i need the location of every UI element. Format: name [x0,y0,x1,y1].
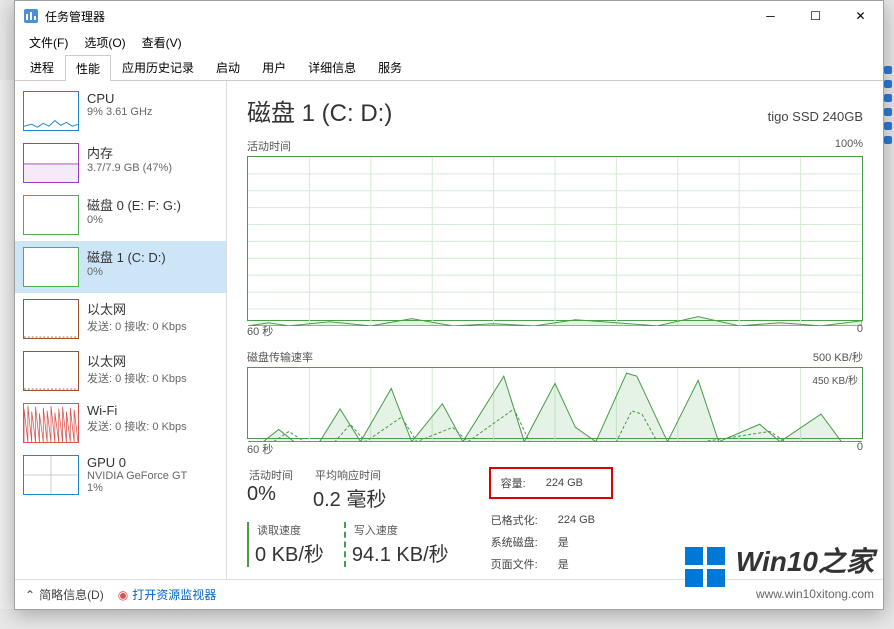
sidebar-item-memory[interactable]: 内存3.7/7.9 GB (47%) [15,137,226,189]
chart1-max: 100% [835,138,863,154]
close-button[interactable]: ✕ [838,1,883,31]
performance-sidebar[interactable]: CPU9% 3.61 GHz 内存3.7/7.9 GB (47%) 磁盘 0 (… [15,81,227,579]
formatted-value: 224 GB [558,510,613,530]
sidebar-item-ethernet2[interactable]: 以太网发送: 0 接收: 0 Kbps [15,345,226,397]
ethernet-thumb-icon [23,351,79,391]
minimize-button[interactable]: ─ [748,1,793,31]
response-time-label: 平均响应时间 [313,467,386,483]
sidebar-item-wifi[interactable]: Wi-Fi发送: 0 接收: 0 Kbps [15,397,226,449]
menu-view[interactable]: 查看(V) [134,32,190,53]
sidebar-item-label: 以太网 [87,351,218,370]
chart2-label: 磁盘传输速率 [247,349,313,365]
disk-thumb-icon [23,247,79,287]
sidebar-item-label: 以太网 [87,299,218,318]
tab-performance[interactable]: 性能 [65,55,111,81]
memory-thumb-icon [23,143,79,183]
sidebar-item-label: Wi-Fi [87,403,218,418]
chevron-up-icon: ⌃ [25,588,35,602]
ethernet-thumb-icon [23,299,79,339]
menubar: 文件(F) 选项(O) 查看(V) [15,31,883,53]
sidebar-item-label: 内存 [87,143,218,162]
response-time-value: 0.2 毫秒 [313,483,386,512]
disk-model: tigo SSD 240GB [768,109,863,124]
capacity-label: 容量: [501,473,544,493]
tab-users[interactable]: 用户 [251,54,297,80]
titlebar: 任务管理器 ─ ☐ ✕ [15,1,883,31]
maximize-button[interactable]: ☐ [793,1,838,31]
sidebar-item-disk1[interactable]: 磁盘 1 (C: D:)0% [15,241,226,293]
sidebar-item-ethernet1[interactable]: 以太网发送: 0 接收: 0 Kbps [15,293,226,345]
chart2-xleft: 60 秒 [247,441,273,457]
sysdisk-value: 是 [558,532,613,552]
fewer-details-button[interactable]: ⌃ 简略信息(D) [25,586,104,603]
active-time-value: 0% [247,483,293,506]
sidebar-item-label: 磁盘 1 (C: D:) [87,247,218,266]
pagefile-value: 是 [558,554,613,574]
tab-app-history[interactable]: 应用历史记录 [111,54,205,80]
active-time-label: 活动时间 [247,467,293,483]
tab-services[interactable]: 服务 [367,54,413,80]
page-title: 磁盘 1 (C: D:) [247,93,392,128]
write-speed-label: 写入速度 [352,522,449,538]
activity-chart[interactable] [247,156,863,321]
transfer-chart[interactable]: 450 KB/秒 [247,367,863,439]
sysdisk-label: 系统磁盘: [491,532,556,552]
task-manager-window: 任务管理器 ─ ☐ ✕ 文件(F) 选项(O) 查看(V) 进程 性能 应用历史… [14,0,884,610]
open-resmon-button[interactable]: ◉ 打开资源监视器 [118,586,217,603]
tab-details[interactable]: 详细信息 [297,54,367,80]
sidebar-item-label: GPU 0 [87,455,218,470]
chart2-xright: 0 [857,441,863,457]
sidebar-item-cpu[interactable]: CPU9% 3.61 GHz [15,85,226,137]
cpu-thumb-icon [23,91,79,131]
gpu-thumb-icon [23,455,79,495]
sidebar-item-label: 磁盘 0 (E: F: G:) [87,195,218,214]
menu-file[interactable]: 文件(F) [21,32,76,53]
write-speed-value: 94.1 KB/秒 [352,538,449,567]
resmon-icon: ◉ [118,588,128,602]
sidebar-item-gpu0[interactable]: GPU 0NVIDIA GeForce GT1% [15,449,226,501]
pagefile-label: 页面文件: [491,554,556,574]
disk-thumb-icon [23,195,79,235]
menu-options[interactable]: 选项(O) [76,32,133,53]
tab-processes[interactable]: 进程 [19,54,65,80]
statusbar: ⌃ 简略信息(D) ◉ 打开资源监视器 [15,579,883,609]
read-speed-value: 0 KB/秒 [255,538,324,567]
formatted-label: 已格式化: [491,510,556,530]
sidebar-item-label: CPU [87,91,218,106]
read-speed-label: 读取速度 [255,522,324,538]
capacity-value: 224 GB [546,473,601,493]
chart1-label: 活动时间 [247,138,291,154]
main-panel: 磁盘 1 (C: D:) tigo SSD 240GB 活动时间 100% 60 … [227,81,883,579]
chart2-max: 500 KB/秒 [813,349,863,365]
app-icon [23,8,39,24]
capacity-highlight: 容量:224 GB [489,467,613,499]
window-title: 任务管理器 [45,8,748,25]
tab-startup[interactable]: 启动 [205,54,251,80]
wifi-thumb-icon [23,403,79,443]
tabbar: 进程 性能 应用历史记录 启动 用户 详细信息 服务 [15,53,883,81]
disk-properties: 已格式化:224 GB 系统磁盘:是 页面文件:是 [489,508,615,576]
sidebar-item-disk0[interactable]: 磁盘 0 (E: F: G:)0% [15,189,226,241]
